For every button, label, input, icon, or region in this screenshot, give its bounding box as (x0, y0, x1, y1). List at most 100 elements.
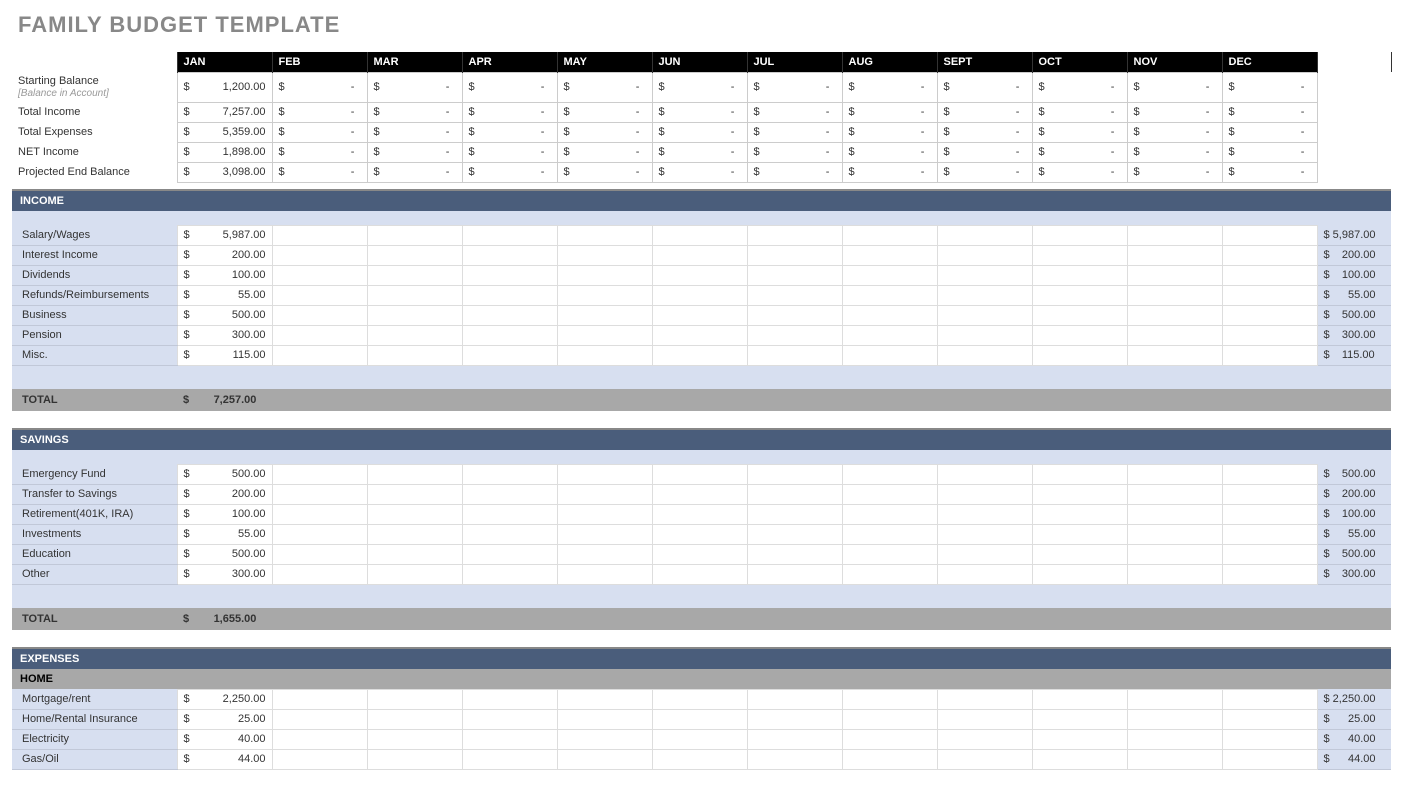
data-cell[interactable] (937, 749, 1032, 769)
data-cell[interactable] (367, 504, 462, 524)
data-cell[interactable]: $500.00 (177, 464, 272, 484)
data-cell[interactable] (747, 245, 842, 265)
data-cell[interactable]: $100.00 (177, 265, 272, 285)
summary-cell[interactable]: $- (842, 142, 937, 162)
summary-cell[interactable]: $- (1032, 162, 1127, 182)
data-cell[interactable] (747, 729, 842, 749)
data-cell[interactable] (652, 345, 747, 365)
data-cell[interactable]: $500.00 (177, 305, 272, 325)
summary-cell[interactable]: $3,098.00 (177, 162, 272, 182)
data-cell[interactable] (272, 245, 367, 265)
summary-cell[interactable]: $1,200.00 (177, 72, 272, 102)
data-cell[interactable] (652, 524, 747, 544)
data-cell[interactable] (937, 504, 1032, 524)
data-cell[interactable] (367, 749, 462, 769)
data-cell[interactable] (842, 504, 937, 524)
data-cell[interactable] (1032, 464, 1127, 484)
summary-cell[interactable]: $- (557, 72, 652, 102)
data-cell[interactable] (462, 305, 557, 325)
data-cell[interactable] (1222, 689, 1317, 709)
data-cell[interactable] (1222, 749, 1317, 769)
data-cell[interactable] (1032, 709, 1127, 729)
data-cell[interactable] (367, 464, 462, 484)
data-cell[interactable] (747, 749, 842, 769)
data-cell[interactable] (747, 345, 842, 365)
data-cell[interactable] (272, 544, 367, 564)
data-cell[interactable]: $55.00 (177, 524, 272, 544)
data-cell[interactable] (652, 464, 747, 484)
summary-cell[interactable]: $- (937, 72, 1032, 102)
data-cell[interactable] (557, 285, 652, 305)
data-cell[interactable] (652, 225, 747, 245)
data-cell[interactable] (367, 265, 462, 285)
data-cell[interactable] (842, 484, 937, 504)
data-cell[interactable] (1222, 325, 1317, 345)
summary-cell[interactable]: $- (937, 122, 1032, 142)
summary-cell[interactable]: $- (1222, 142, 1317, 162)
data-cell[interactable] (1127, 749, 1222, 769)
data-cell[interactable] (1222, 345, 1317, 365)
data-cell[interactable] (747, 285, 842, 305)
data-cell[interactable]: $55.00 (177, 285, 272, 305)
data-cell[interactable] (1032, 285, 1127, 305)
data-cell[interactable] (557, 325, 652, 345)
summary-cell[interactable]: $- (1032, 122, 1127, 142)
data-cell[interactable] (652, 564, 747, 584)
data-cell[interactable]: $44.00 (177, 749, 272, 769)
data-cell[interactable] (1222, 709, 1317, 729)
summary-cell[interactable]: $- (652, 102, 747, 122)
data-cell[interactable]: $300.00 (177, 564, 272, 584)
summary-cell[interactable]: $- (747, 162, 842, 182)
data-cell[interactable] (1032, 225, 1127, 245)
summary-cell[interactable]: $- (842, 102, 937, 122)
data-cell[interactable] (747, 265, 842, 285)
data-cell[interactable] (842, 729, 937, 749)
summary-cell[interactable]: $- (652, 162, 747, 182)
summary-cell[interactable]: $- (1127, 102, 1222, 122)
data-cell[interactable] (652, 245, 747, 265)
data-cell[interactable] (842, 305, 937, 325)
data-cell[interactable] (1222, 265, 1317, 285)
data-cell[interactable] (1032, 504, 1127, 524)
summary-cell[interactable]: $- (1222, 72, 1317, 102)
data-cell[interactable] (937, 325, 1032, 345)
data-cell[interactable] (1127, 544, 1222, 564)
data-cell[interactable] (557, 484, 652, 504)
data-cell[interactable] (462, 564, 557, 584)
data-cell[interactable] (1032, 325, 1127, 345)
data-cell[interactable] (462, 544, 557, 564)
data-cell[interactable] (1032, 484, 1127, 504)
summary-cell[interactable]: $- (272, 142, 367, 162)
data-cell[interactable] (272, 225, 367, 245)
data-cell[interactable] (1222, 305, 1317, 325)
data-cell[interactable] (652, 265, 747, 285)
summary-cell[interactable]: $- (1222, 162, 1317, 182)
data-cell[interactable] (937, 709, 1032, 729)
summary-cell[interactable]: $- (367, 102, 462, 122)
data-cell[interactable] (1032, 729, 1127, 749)
summary-cell[interactable]: $- (557, 162, 652, 182)
data-cell[interactable] (1032, 564, 1127, 584)
summary-cell[interactable]: $- (747, 122, 842, 142)
summary-cell[interactable]: $- (367, 122, 462, 142)
summary-cell[interactable]: $- (272, 162, 367, 182)
summary-cell[interactable]: $- (937, 142, 1032, 162)
data-cell[interactable] (557, 524, 652, 544)
data-cell[interactable] (557, 749, 652, 769)
summary-cell[interactable]: $- (1032, 142, 1127, 162)
data-cell[interactable] (1222, 544, 1317, 564)
data-cell[interactable] (462, 325, 557, 345)
summary-cell[interactable]: $- (937, 102, 1032, 122)
data-cell[interactable] (272, 749, 367, 769)
data-cell[interactable] (652, 484, 747, 504)
data-cell[interactable] (1127, 245, 1222, 265)
data-cell[interactable] (652, 749, 747, 769)
data-cell[interactable] (842, 245, 937, 265)
summary-cell[interactable]: $- (1222, 122, 1317, 142)
summary-cell[interactable]: $- (1032, 72, 1127, 102)
summary-cell[interactable]: $- (462, 122, 557, 142)
data-cell[interactable]: $200.00 (177, 245, 272, 265)
data-cell[interactable] (747, 689, 842, 709)
data-cell[interactable] (557, 225, 652, 245)
summary-cell[interactable]: $- (367, 162, 462, 182)
